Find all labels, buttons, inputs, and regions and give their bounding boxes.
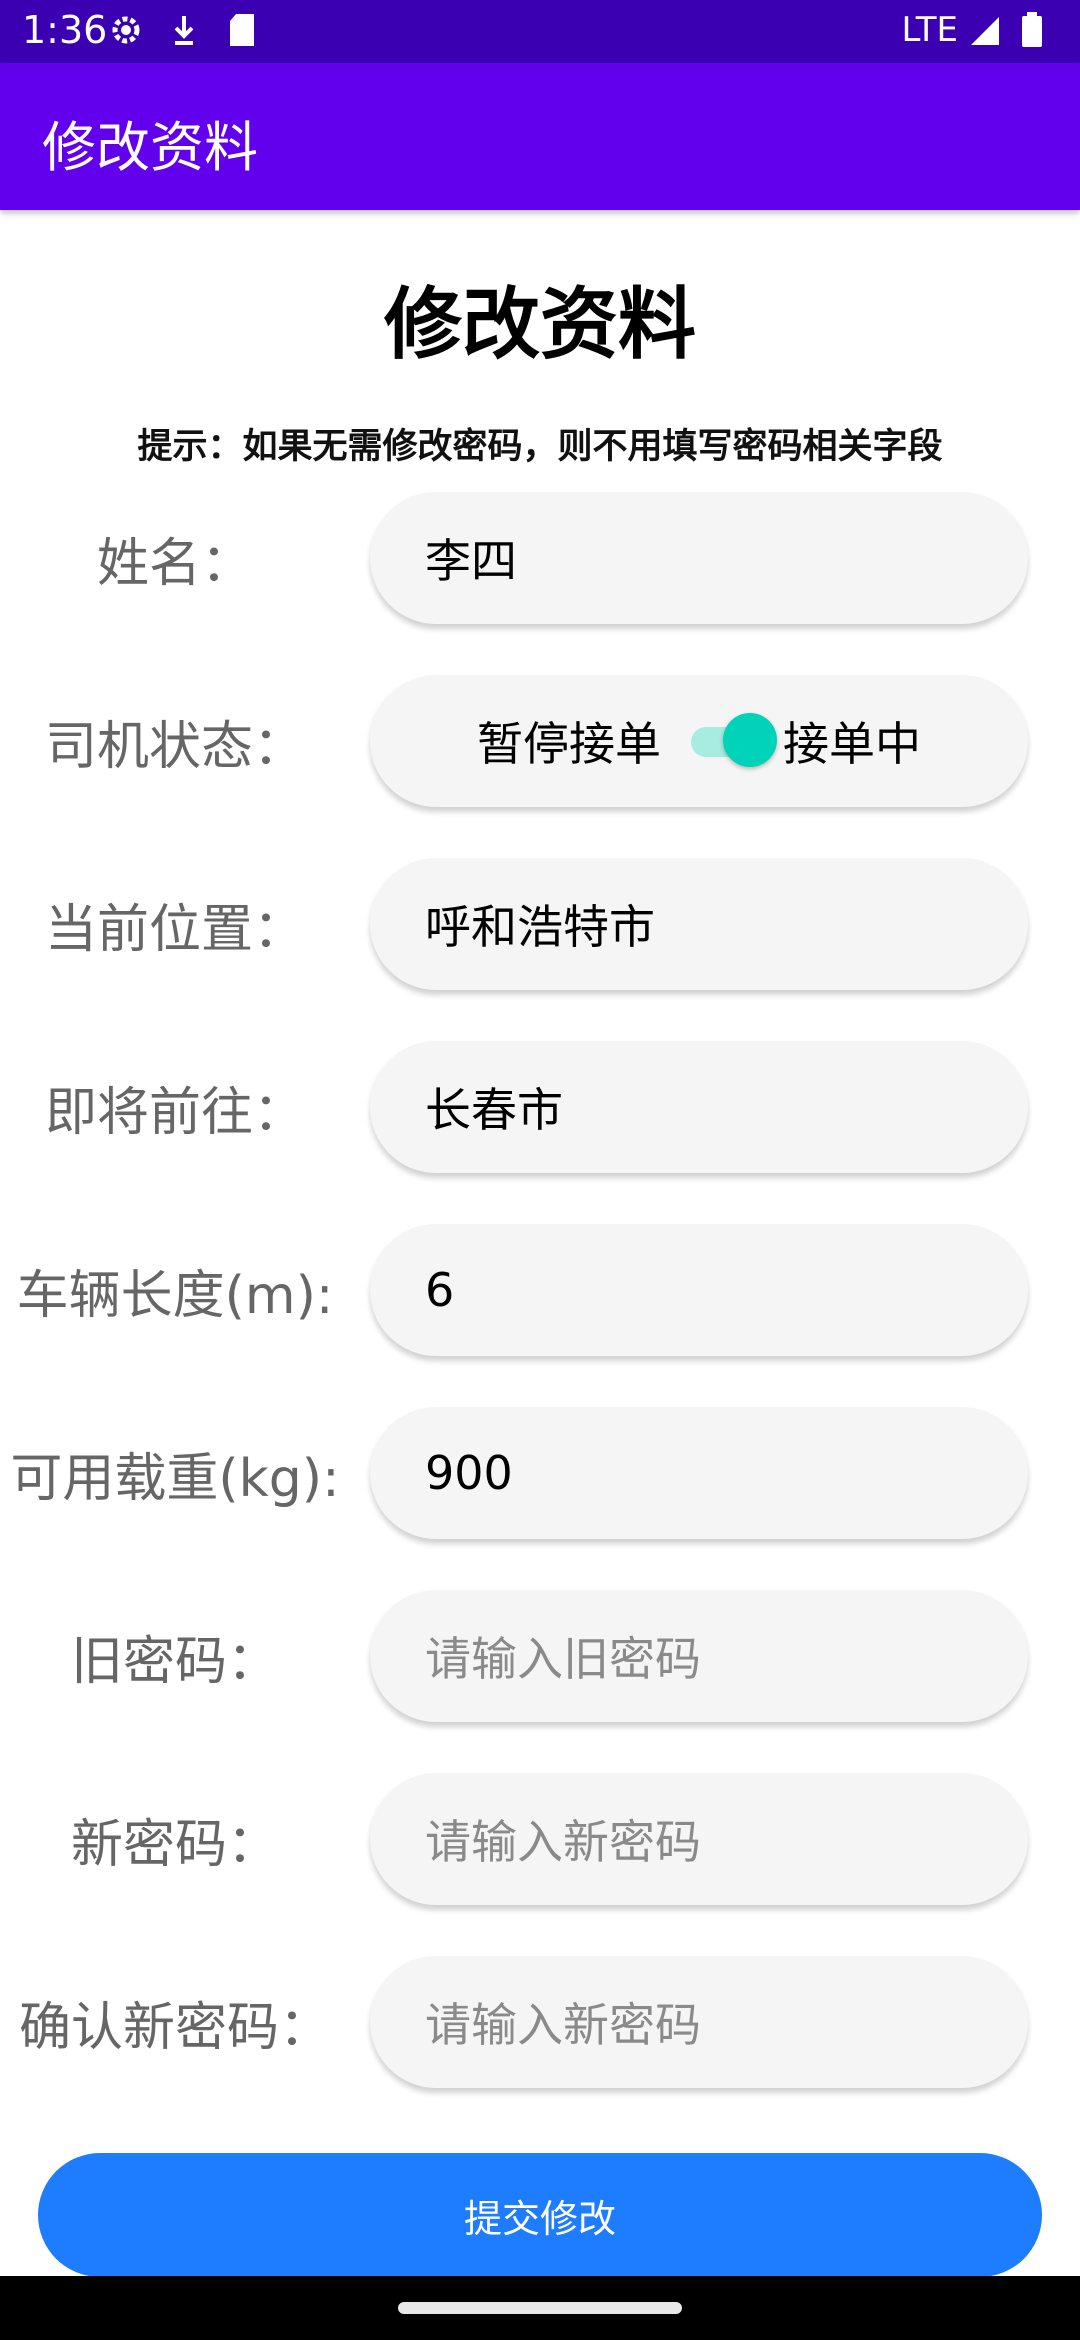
current-location-label: 当前位置： [44,899,305,960]
settings-gear-icon [108,12,144,48]
network-type: LTE [901,10,958,50]
driver-status-switch[interactable] [691,711,777,771]
switch-off-label: 暂停接单 [477,717,661,771]
name-input[interactable]: 李四 [370,492,1028,624]
vehicle-length-row: 车辆长度(m): 6 [0,1224,1080,1356]
current-location-input[interactable]: 呼和浩特市 [370,858,1028,990]
old-password-row: 旧密码： 请输入旧密码 [0,1590,1080,1722]
app-bar-title: 修改资料 [42,116,258,179]
submit-button[interactable]: 提交修改 [38,2153,1042,2277]
name-row: 姓名： 李四 [0,492,1080,624]
confirm-password-label: 确认新密码： [18,1997,331,2058]
driver-status-label: 司机状态： [44,716,305,777]
vehicle-length-input[interactable]: 6 [370,1224,1028,1356]
old-password-input[interactable]: 请输入旧密码 [370,1590,1028,1722]
battery-icon [1014,12,1050,48]
driver-status-row: 司机状态： 暂停接单 接单中 [0,675,1080,807]
name-label: 姓名： [96,533,253,594]
confirm-password-input[interactable]: 请输入新密码 [370,1956,1028,2088]
switch-thumb [723,713,777,767]
sd-card-icon [224,12,260,48]
destination-input[interactable]: 长春市 [370,1041,1028,1173]
password-hint: 提示：如果无需修改密码，则不用填写密码相关字段 [137,427,943,467]
new-password-input[interactable]: 请输入新密码 [370,1773,1028,1905]
new-password-label: 新密码： [70,1814,279,1875]
available-load-label: 可用载重(kg): [10,1448,340,1509]
status-bar: 1:36 LTE [0,0,1080,63]
destination-label: 即将前往： [44,1082,305,1143]
current-location-row: 当前位置： 呼和浩特市 [0,858,1080,990]
driver-status-field: 暂停接单 接单中 [370,675,1028,807]
page-title: 修改资料 [383,280,696,370]
switch-on-label: 接单中 [783,717,921,771]
old-password-label: 旧密码： [70,1631,279,1692]
app-bar: 修改资料 [0,63,1080,210]
navigation-bar [0,2276,1080,2340]
destination-row: 即将前往： 长春市 [0,1041,1080,1173]
new-password-row: 新密码： 请输入新密码 [0,1773,1080,1905]
home-gesture-handle[interactable] [398,2302,682,2314]
signal-icon [968,12,1004,48]
confirm-password-row: 确认新密码： 请输入新密码 [0,1956,1080,2088]
available-load-input[interactable]: 900 [370,1407,1028,1539]
vehicle-length-label: 车辆长度(m): [16,1265,334,1326]
available-load-row: 可用载重(kg): 900 [0,1407,1080,1539]
status-time: 1:36 [22,8,108,52]
download-icon [166,12,202,48]
